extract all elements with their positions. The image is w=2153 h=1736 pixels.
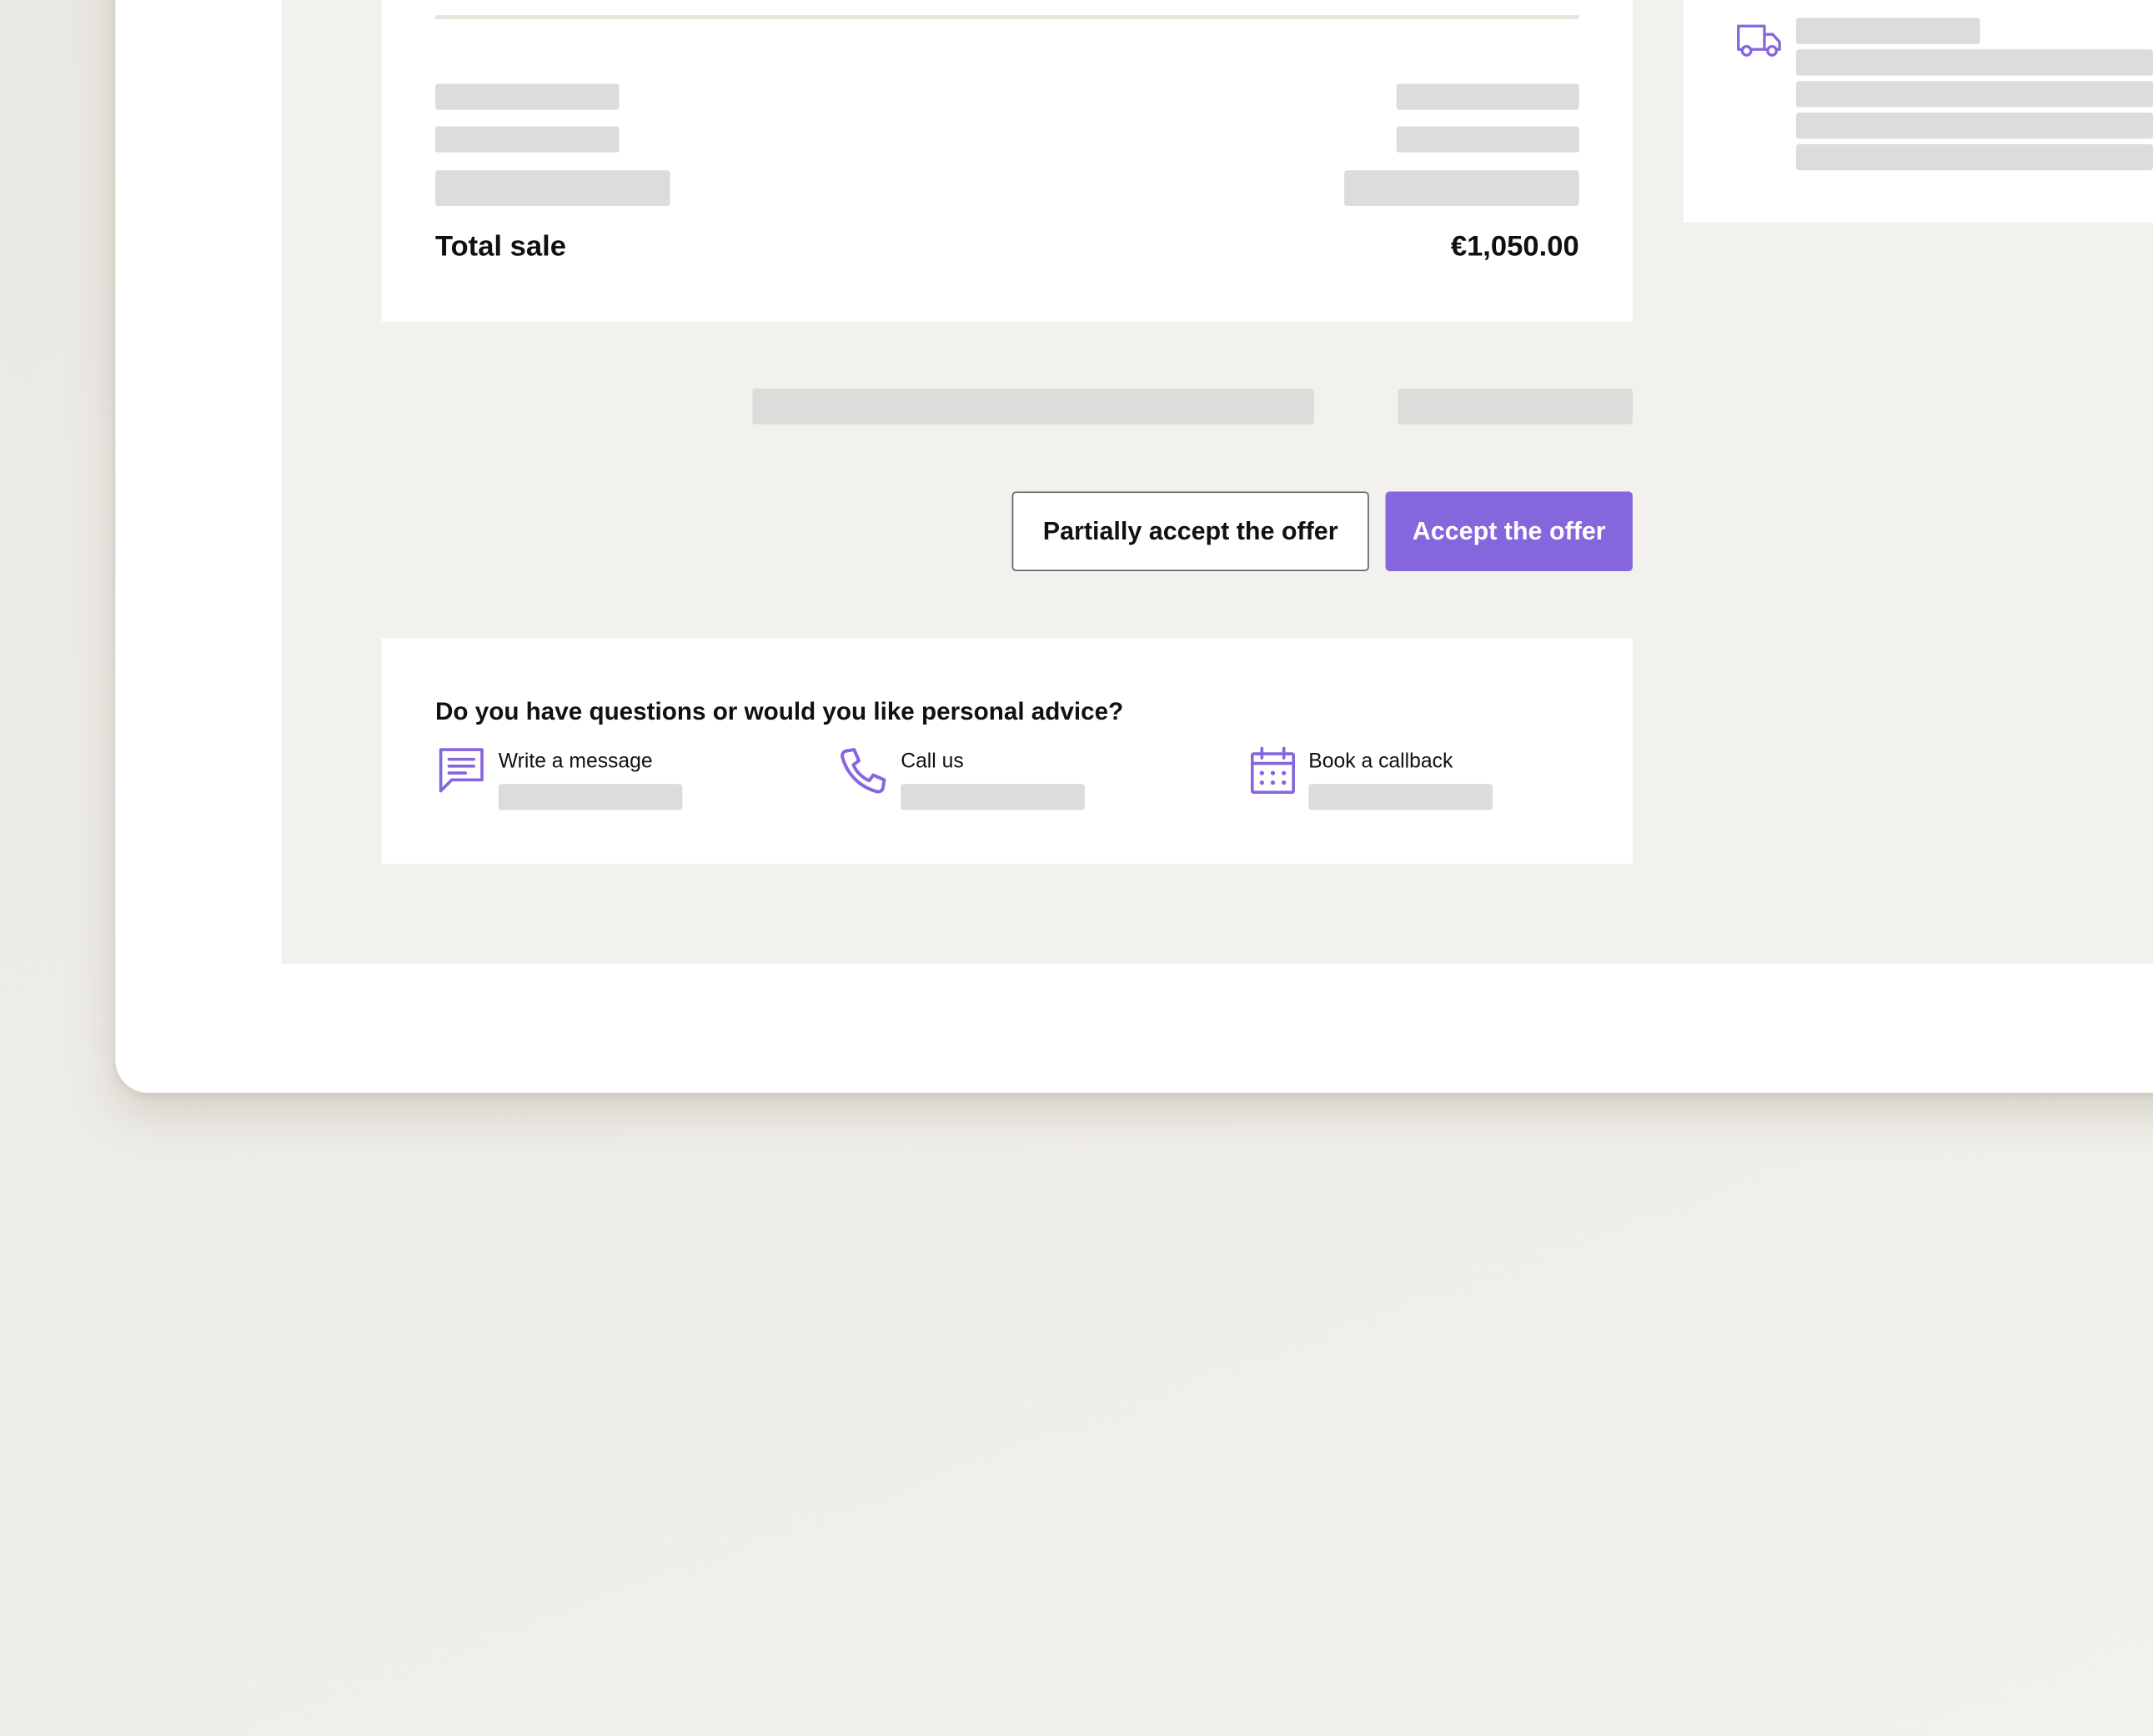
truck-icon xyxy=(1737,24,1781,57)
shipping-line-placeholder xyxy=(1795,49,2153,76)
call-us-link[interactable]: Call us xyxy=(901,748,964,775)
accept-offer-button[interactable]: Accept the offer xyxy=(1385,491,1633,572)
summary-line-value-placeholder xyxy=(1396,126,1579,153)
message-icon[interactable] xyxy=(437,745,486,795)
summary-line-label-placeholder xyxy=(435,170,670,207)
summary-line-value-placeholder xyxy=(1344,170,1579,207)
shipping-line-placeholder xyxy=(1795,113,2153,139)
terms-text-placeholder xyxy=(752,389,1314,424)
write-message-link[interactable]: Write a message xyxy=(499,748,653,775)
terms-value-placeholder xyxy=(1398,389,1633,424)
summary-line-label-placeholder xyxy=(435,126,620,153)
shipping-title-placeholder xyxy=(1795,18,1980,44)
write-message-detail-placeholder xyxy=(498,784,683,810)
shipping-line-placeholder xyxy=(1795,81,2153,108)
book-callback-detail-placeholder xyxy=(1308,784,1493,810)
partially-accept-button[interactable]: Partially accept the offer xyxy=(1011,491,1369,572)
stage: Total sale €1,050.00 Partially accept th… xyxy=(0,0,2153,1735)
summary-line-label-placeholder xyxy=(435,83,620,110)
help-title: Do you have questions or would you like … xyxy=(435,697,1124,725)
shipping-line-placeholder xyxy=(1795,143,2153,171)
summary-line-value-placeholder xyxy=(1396,83,1579,110)
total-sale-value: €1,050.00 xyxy=(1450,230,1579,263)
phone-icon[interactable] xyxy=(839,745,888,795)
book-callback-link[interactable]: Book a callback xyxy=(1308,748,1453,775)
calendar-icon[interactable] xyxy=(1248,745,1297,795)
summary-divider xyxy=(435,15,1579,20)
total-sale-label: Total sale xyxy=(435,230,566,263)
order-summary-card xyxy=(381,0,1633,322)
call-us-detail-placeholder xyxy=(901,784,1085,810)
